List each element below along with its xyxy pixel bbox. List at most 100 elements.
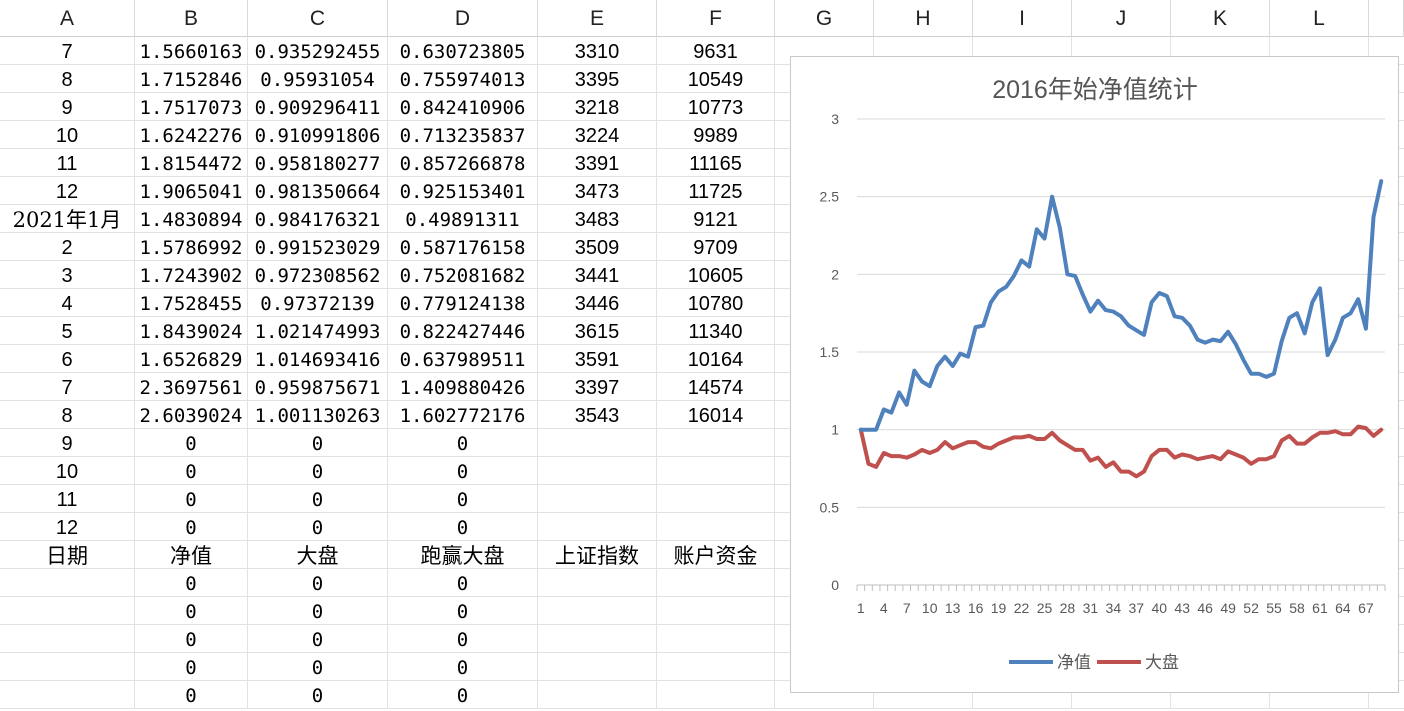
cell-b[interactable]: 0 bbox=[135, 513, 248, 540]
cell-e[interactable]: 3391 bbox=[538, 149, 657, 176]
cell-a[interactable] bbox=[0, 569, 135, 596]
cell-f[interactable] bbox=[657, 429, 775, 456]
cell-c[interactable]: 0.959875671 bbox=[248, 373, 388, 400]
cell-c[interactable]: 0 bbox=[248, 569, 388, 596]
column-header-e[interactable]: E bbox=[538, 0, 657, 37]
cell-a[interactable]: 5 bbox=[0, 317, 135, 344]
cell-c[interactable]: 0 bbox=[248, 625, 388, 652]
cell-f[interactable]: 10605 bbox=[657, 261, 775, 288]
cell-d[interactable]: 0.925153401 bbox=[388, 177, 538, 204]
cell-d[interactable]: 0.630723805 bbox=[388, 37, 538, 64]
cell-e[interactable] bbox=[538, 597, 657, 624]
cell-d[interactable]: 0 bbox=[388, 597, 538, 624]
cell-b[interactable]: 2.3697561 bbox=[135, 373, 248, 400]
cell-e[interactable] bbox=[538, 513, 657, 540]
cell-e[interactable] bbox=[538, 457, 657, 484]
cell-d[interactable]: 0.779124138 bbox=[388, 289, 538, 316]
cell-c[interactable]: 0 bbox=[248, 485, 388, 512]
cell-d[interactable]: 0.842410906 bbox=[388, 93, 538, 120]
cell-c[interactable]: 0 bbox=[248, 457, 388, 484]
cell-a[interactable]: 10 bbox=[0, 121, 135, 148]
cell-e[interactable] bbox=[538, 429, 657, 456]
cell-a[interactable]: 12 bbox=[0, 513, 135, 540]
cell-e[interactable]: 3473 bbox=[538, 177, 657, 204]
cell-c[interactable]: 0.909296411 bbox=[248, 93, 388, 120]
column-header-i[interactable]: I bbox=[973, 0, 1072, 37]
cell-b[interactable]: 1.4830894 bbox=[135, 205, 248, 232]
cell-d[interactable]: 0 bbox=[388, 653, 538, 680]
cell-b[interactable]: 1.8439024 bbox=[135, 317, 248, 344]
cell-a[interactable]: 2021年1月 bbox=[0, 205, 135, 232]
column-header-d[interactable]: D bbox=[388, 0, 538, 37]
cell-c[interactable]: 0.97372139 bbox=[248, 289, 388, 316]
cell-e[interactable]: 3310 bbox=[538, 37, 657, 64]
cell-b[interactable]: 0 bbox=[135, 681, 248, 708]
cell-a[interactable]: 8 bbox=[0, 401, 135, 428]
cell-b[interactable]: 1.5660163 bbox=[135, 37, 248, 64]
cell-d[interactable]: 1.602772176 bbox=[388, 401, 538, 428]
cell-c[interactable]: 0.984176321 bbox=[248, 205, 388, 232]
cell-f[interactable] bbox=[657, 625, 775, 652]
cell-f[interactable]: 10773 bbox=[657, 93, 775, 120]
cell-a[interactable]: 10 bbox=[0, 457, 135, 484]
cell-e[interactable]: 3615 bbox=[538, 317, 657, 344]
cell-e[interactable] bbox=[538, 485, 657, 512]
cell-c[interactable]: 0 bbox=[248, 597, 388, 624]
column-header-h[interactable]: H bbox=[874, 0, 973, 37]
cell-b[interactable]: 1.8154472 bbox=[135, 149, 248, 176]
cell-d[interactable]: 0.752081682 bbox=[388, 261, 538, 288]
cell-d[interactable]: 0.822427446 bbox=[388, 317, 538, 344]
cell-c[interactable]: 1.021474993 bbox=[248, 317, 388, 344]
cell-e[interactable]: 3543 bbox=[538, 401, 657, 428]
cell-d[interactable]: 0 bbox=[388, 625, 538, 652]
cell-a[interactable]: 9 bbox=[0, 429, 135, 456]
cell-f[interactable] bbox=[657, 681, 775, 708]
cell-e[interactable]: 3395 bbox=[538, 65, 657, 92]
cell-e[interactable]: 3446 bbox=[538, 289, 657, 316]
cell-b[interactable]: 1.6242276 bbox=[135, 121, 248, 148]
cell-a[interactable]: 日期 bbox=[0, 541, 135, 568]
cell-d[interactable]: 0 bbox=[388, 485, 538, 512]
cell-e[interactable]: 3591 bbox=[538, 345, 657, 372]
cell-d[interactable]: 0.755974013 bbox=[388, 65, 538, 92]
cell-d[interactable]: 0 bbox=[388, 429, 538, 456]
cell-d[interactable]: 0.857266878 bbox=[388, 149, 538, 176]
cell-b[interactable]: 1.7528455 bbox=[135, 289, 248, 316]
column-header-c[interactable]: C bbox=[248, 0, 388, 37]
cell-c[interactable]: 0.95931054 bbox=[248, 65, 388, 92]
cell-f[interactable]: 14574 bbox=[657, 373, 775, 400]
cell-a[interactable]: 11 bbox=[0, 149, 135, 176]
cell-a[interactable]: 4 bbox=[0, 289, 135, 316]
cell-e[interactable]: 3224 bbox=[538, 121, 657, 148]
cell-e[interactable]: 3483 bbox=[538, 205, 657, 232]
cell-a[interactable]: 2 bbox=[0, 233, 135, 260]
cell-f[interactable]: 10164 bbox=[657, 345, 775, 372]
cell-f[interactable]: 10780 bbox=[657, 289, 775, 316]
cell-d[interactable]: 0 bbox=[388, 569, 538, 596]
cell-c[interactable]: 1.001130263 bbox=[248, 401, 388, 428]
cell-f[interactable]: 9121 bbox=[657, 205, 775, 232]
cell-b[interactable]: 0 bbox=[135, 625, 248, 652]
cell-a[interactable] bbox=[0, 653, 135, 680]
cell-f[interactable] bbox=[657, 513, 775, 540]
cell-b[interactable]: 0 bbox=[135, 653, 248, 680]
column-header-j[interactable]: J bbox=[1072, 0, 1171, 37]
cell-f[interactable]: 11725 bbox=[657, 177, 775, 204]
cell-e[interactable] bbox=[538, 653, 657, 680]
cell-e[interactable] bbox=[538, 681, 657, 708]
line-chart[interactable]: 2016年始净值统计 0 0.5 1 1.5 2 2.5 3 1 4 7 10 13 16 19 22 25… bbox=[790, 56, 1399, 693]
cell-f[interactable] bbox=[657, 653, 775, 680]
cell-e[interactable]: 上证指数 bbox=[538, 541, 657, 568]
cell-b[interactable]: 1.7152846 bbox=[135, 65, 248, 92]
cell-a[interactable]: 6 bbox=[0, 345, 135, 372]
cell-f[interactable]: 10549 bbox=[657, 65, 775, 92]
cell-c[interactable]: 0 bbox=[248, 681, 388, 708]
cell-d[interactable]: 1.409880426 bbox=[388, 373, 538, 400]
cell-b[interactable]: 1.7517073 bbox=[135, 93, 248, 120]
cell-c[interactable]: 0.910991806 bbox=[248, 121, 388, 148]
cell-f[interactable]: 11340 bbox=[657, 317, 775, 344]
cell-e[interactable]: 3441 bbox=[538, 261, 657, 288]
cell-c[interactable]: 0.991523029 bbox=[248, 233, 388, 260]
cell-a[interactable] bbox=[0, 625, 135, 652]
cell-d[interactable]: 0.713235837 bbox=[388, 121, 538, 148]
